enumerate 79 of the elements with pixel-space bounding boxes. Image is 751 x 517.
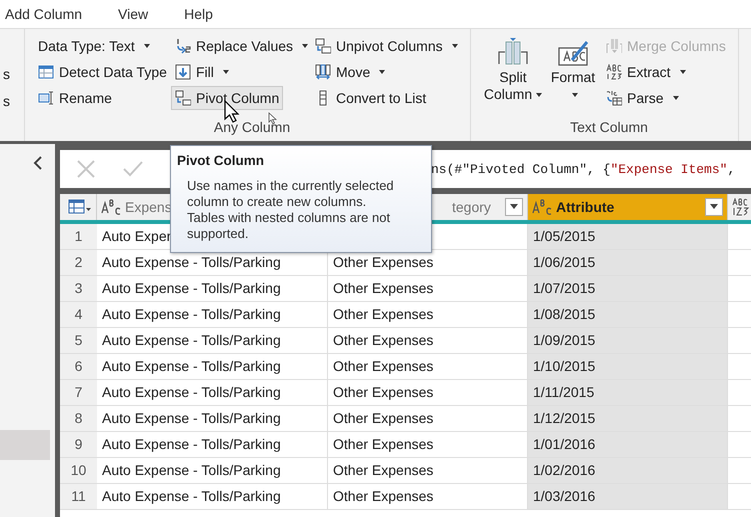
ribbon-button[interactable]: Pivot Column	[171, 86, 284, 110]
column-title: Attribute	[556, 199, 614, 215]
table-cell: Auto Expense - Tolls/Parking	[97, 458, 328, 483]
row-number: 5	[60, 328, 97, 353]
row-number: 8	[60, 406, 97, 431]
table-cell: 1/08/2015	[528, 302, 728, 327]
table-cell: 1/05/2015	[528, 224, 728, 249]
ribbon-button[interactable]: Data Type: Text	[34, 34, 154, 58]
split-columns-icon	[496, 37, 530, 67]
table-cell: Auto Expense - Tolls/Parking	[97, 432, 328, 457]
table-cell: Auto Expense - Tolls/Parking	[97, 328, 328, 353]
row-number: 3	[60, 276, 97, 301]
ribbon-button[interactable]: Convert to List	[311, 86, 430, 110]
tooltip-title: Pivot Column	[177, 153, 265, 168]
formula-text: ,	[727, 162, 736, 176]
table-cell: 1/09/2015	[528, 328, 728, 353]
column-title: tegory	[452, 199, 491, 215]
ribbon-button[interactable]: Replace Values	[171, 34, 312, 58]
row-number: 2	[60, 250, 97, 275]
table-cell: 1/11/2015	[528, 380, 728, 405]
ribbon-button[interactable]: Unpivot Columns	[311, 34, 462, 58]
chevron-left-icon[interactable]	[33, 156, 43, 170]
group-label: Text Column	[570, 119, 648, 135]
table-cell: 1/07/2015	[528, 276, 728, 301]
filter-dropdown[interactable]	[505, 198, 523, 216]
ribbon-button[interactable]: Detect Data Type	[34, 60, 171, 84]
text-type-icon[interactable]	[532, 199, 552, 215]
table-cell: Auto Expense - Tolls/Parking	[97, 406, 328, 431]
group-label: Any Column	[214, 119, 290, 135]
table-cell: 1/12/2015	[528, 406, 728, 431]
ribbon-button[interactable]: Parse	[602, 86, 683, 110]
row-number: 6	[60, 354, 97, 379]
columns-arrow-icon	[315, 64, 331, 80]
ribbon-button[interactable]: Split Column	[482, 34, 544, 106]
table-cell: Auto Expense - Tolls/Parking	[97, 276, 328, 301]
ribbon-button[interactable]: Fill	[171, 60, 233, 84]
filter-dropdown[interactable]	[705, 198, 723, 216]
check-icon[interactable]	[122, 160, 144, 178]
row-number: 7	[60, 380, 97, 405]
ribbon-button[interactable]: Format	[544, 34, 602, 106]
any-type-icon[interactable]	[732, 198, 751, 216]
table-icon	[38, 64, 54, 80]
table-cell: Auto Expense - Tolls/Parking	[97, 354, 328, 379]
table-cell: Auto Expense - Tolls/Parking	[97, 302, 328, 327]
menu-tab[interactable]: Help	[184, 6, 213, 22]
table-cell: Auto Expense - Tolls/Parking	[97, 484, 328, 509]
ribbon-label[interactable]: s	[3, 66, 24, 82]
row-number: 11	[60, 484, 97, 509]
ribbon-button[interactable]: Extract	[602, 60, 690, 84]
ribbon-button[interactable]: Rename	[34, 86, 116, 110]
ribbon-label[interactable]: s	[3, 93, 24, 109]
table-menu-icon[interactable]	[68, 199, 92, 215]
merge-icon	[606, 38, 622, 54]
row-number: 4	[60, 302, 97, 327]
abc-numbers-icon	[606, 64, 622, 80]
table-cell: 1/01/2016	[528, 432, 728, 457]
table-arrow-icon	[315, 38, 331, 54]
formula-text: "Expense Items"	[610, 162, 728, 176]
row-number: 10	[60, 458, 97, 483]
column-title: Expens	[125, 199, 172, 215]
row-number: 9	[60, 432, 97, 457]
table-arrow-icon	[175, 90, 191, 106]
table-arrow-icon	[606, 90, 622, 106]
numbers-arrow-icon	[175, 38, 191, 54]
table-cell: 1/02/2016	[528, 458, 728, 483]
textbox-icon	[38, 90, 54, 106]
menu-tab[interactable]: View	[118, 6, 148, 22]
menu-tab[interactable]: Add Column	[5, 6, 82, 22]
table-cell: Auto Expense - Tolls/Parking	[97, 380, 328, 405]
table-cell: 1/06/2015	[528, 250, 728, 275]
table-cell: 1/03/2016	[528, 484, 728, 509]
formula-text: ns(#"Pivoted Column", {	[431, 162, 610, 176]
row-number: 1	[60, 224, 97, 249]
caret-icon	[709, 204, 719, 210]
ribbon-button[interactable]: Move	[311, 60, 390, 84]
table-cell: 1/10/2015	[528, 354, 728, 379]
text-type-icon[interactable]	[101, 199, 121, 215]
caret-icon	[509, 204, 519, 210]
column-header[interactable]: Attribute	[528, 194, 728, 220]
